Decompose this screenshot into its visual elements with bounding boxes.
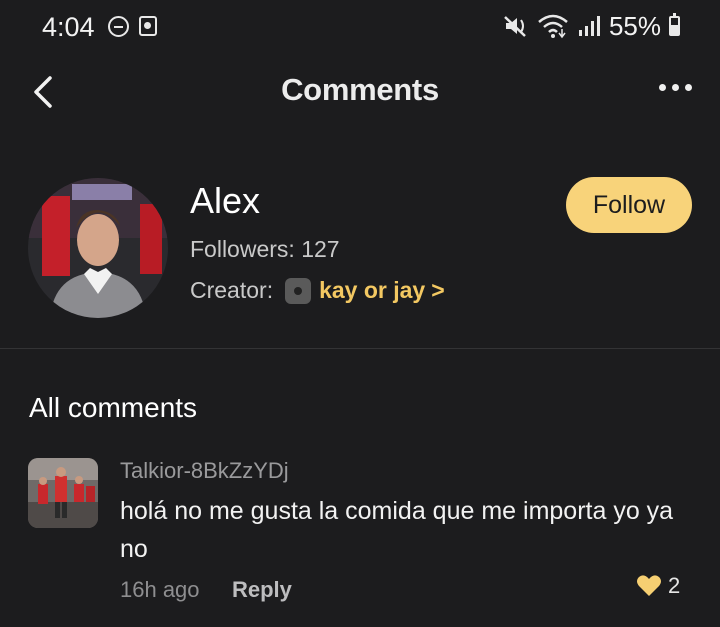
all-comments-heading: All comments [29,392,198,423]
commenter-avatar[interactable] [28,458,98,528]
do-not-disturb-icon [108,16,129,37]
wifi-icon [538,14,568,39]
creator-avatar [285,277,312,304]
heart-icon [637,575,661,596]
header-bar: Comments [0,60,720,124]
divider [0,348,720,349]
page-title: Comments [281,72,439,107]
chevron-right-icon: > [431,277,445,303]
status-time: 4:04 [42,12,95,42]
follow-button[interactable]: Follow [566,177,692,233]
reply-button[interactable]: Reply [232,577,292,603]
creator-label: Creator: [190,277,274,303]
comment-item: Talkior-8BkZzYDj holá no me gusta la com… [0,452,720,627]
signal-icon [578,16,600,36]
battery-percent: 55% [608,10,661,41]
comment-timestamp: 16h ago [120,577,200,602]
battery-icon [669,13,680,36]
like-button[interactable]: 2 [636,573,680,599]
app-notification-icon [139,16,157,36]
profile-name: Alex [190,180,261,221]
comment-author[interactable]: Talkior-8BkZzYDj [120,458,289,484]
creator-name-link[interactable]: kay or jay [319,277,425,304]
creator-row[interactable]: Creator: kay or jay > [190,277,445,304]
comment-text: holá no me gusta la comida que me import… [120,497,674,563]
like-count: 2 [668,573,681,598]
more-horizontal-icon[interactable] [659,84,692,91]
followers-count: Followers: 127 [190,236,340,262]
avatar[interactable] [28,178,168,318]
profile-card: Alex Followers: 127 Creator: kay or jay … [0,160,720,348]
status-bar: 4:04 55% [0,0,720,56]
mute-icon [504,16,526,37]
status-right-group: 55% [503,11,680,41]
